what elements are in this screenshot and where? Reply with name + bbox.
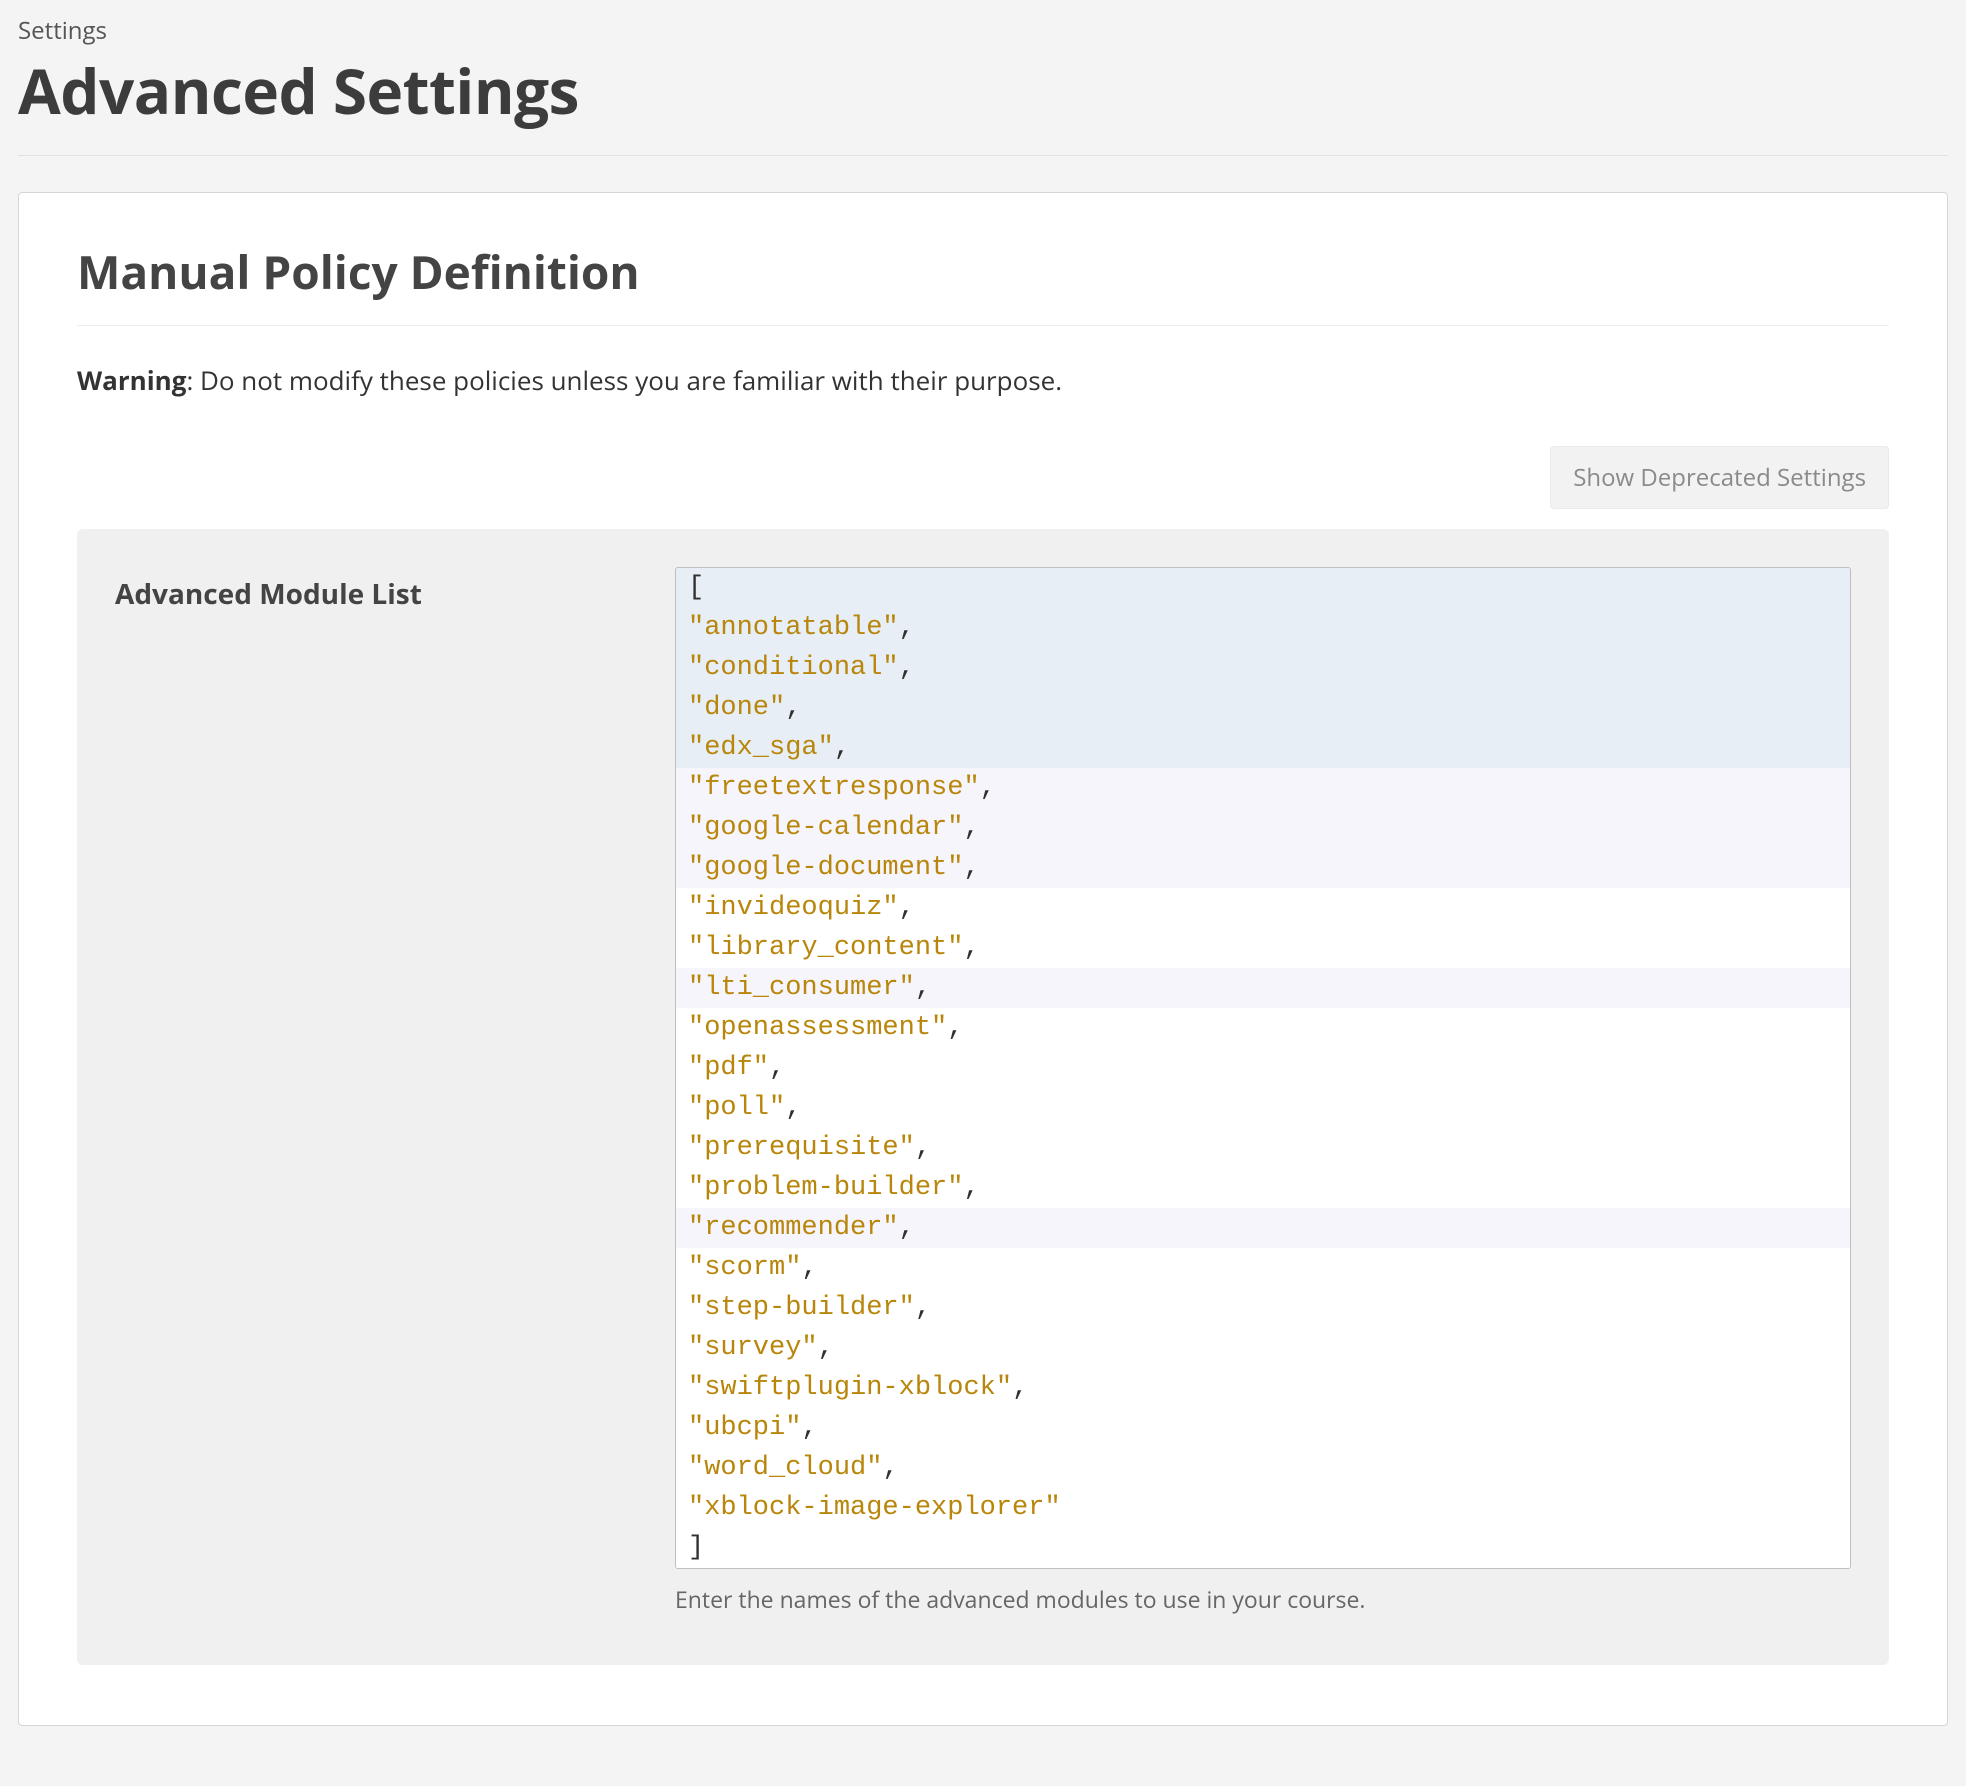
page-header: Settings Advanced Settings bbox=[18, 0, 1948, 143]
panel-title: Manual Policy Definition bbox=[77, 241, 1889, 303]
code-line-module-conditional[interactable]: "conditional", bbox=[676, 648, 1850, 688]
panel-divider bbox=[77, 325, 1889, 326]
code-line[interactable]: [ bbox=[676, 568, 1850, 608]
code-line-module-xblock-image-explorer[interactable]: "xblock-image-explorer" bbox=[676, 1488, 1850, 1528]
code-line-module-annotatable[interactable]: "annotatable", bbox=[676, 608, 1850, 648]
code-line-module-recommender[interactable]: "recommender", bbox=[676, 1208, 1850, 1248]
page-title: Advanced Settings bbox=[18, 49, 1948, 133]
code-line-module-freetextresponse[interactable]: "freetextresponse", bbox=[676, 768, 1850, 808]
code-line-module-poll[interactable]: "poll", bbox=[676, 1088, 1850, 1128]
setting-editor-column: [ "annotatable", "conditional", "done", … bbox=[675, 567, 1851, 1615]
code-line-module-openassessment[interactable]: "openassessment", bbox=[676, 1008, 1850, 1048]
divider bbox=[18, 155, 1948, 156]
breadcrumb: Settings bbox=[18, 14, 1948, 47]
code-line-module-lti_consumer[interactable]: "lti_consumer", bbox=[676, 968, 1850, 1008]
code-line-module-prerequisite[interactable]: "prerequisite", bbox=[676, 1128, 1850, 1168]
actions-row: Show Deprecated Settings bbox=[77, 446, 1889, 509]
code-line[interactable]: ] bbox=[676, 1528, 1850, 1568]
code-line-module-word_cloud[interactable]: "word_cloud", bbox=[676, 1448, 1850, 1488]
code-line-module-google-document[interactable]: "google-document", bbox=[676, 848, 1850, 888]
advanced-module-list-editor[interactable]: [ "annotatable", "conditional", "done", … bbox=[675, 567, 1851, 1569]
code-line-module-swiftplugin-xblock[interactable]: "swiftplugin-xblock", bbox=[676, 1368, 1850, 1408]
code-line-module-scorm[interactable]: "scorm", bbox=[676, 1248, 1850, 1288]
code-line-module-google-calendar[interactable]: "google-calendar", bbox=[676, 808, 1850, 848]
warning-label: Warning bbox=[77, 362, 186, 398]
setting-hint: Enter the names of the advanced modules … bbox=[675, 1583, 1851, 1615]
code-line-module-problem-builder[interactable]: "problem-builder", bbox=[676, 1168, 1850, 1208]
policy-panel: Manual Policy Definition Warning: Do not… bbox=[18, 192, 1948, 1726]
code-line-module-done[interactable]: "done", bbox=[676, 688, 1850, 728]
code-line-module-survey[interactable]: "survey", bbox=[676, 1328, 1850, 1368]
code-line-module-pdf[interactable]: "pdf", bbox=[676, 1048, 1850, 1088]
code-line-module-library_content[interactable]: "library_content", bbox=[676, 928, 1850, 968]
setting-label-advanced-module-list: Advanced Module List bbox=[115, 567, 675, 613]
code-line-module-invideoquiz[interactable]: "invideoquiz", bbox=[676, 888, 1850, 928]
code-line-module-step-builder[interactable]: "step-builder", bbox=[676, 1288, 1850, 1328]
warning-message: Warning: Do not modify these policies un… bbox=[77, 362, 1889, 398]
warning-text: : Do not modify these policies unless yo… bbox=[186, 362, 1062, 398]
code-line-module-edx_sga[interactable]: "edx_sga", bbox=[676, 728, 1850, 768]
setting-block: Advanced Module List [ "annotatable", "c… bbox=[77, 529, 1889, 1665]
show-deprecated-button[interactable]: Show Deprecated Settings bbox=[1550, 446, 1889, 509]
code-line-module-ubcpi[interactable]: "ubcpi", bbox=[676, 1408, 1850, 1448]
